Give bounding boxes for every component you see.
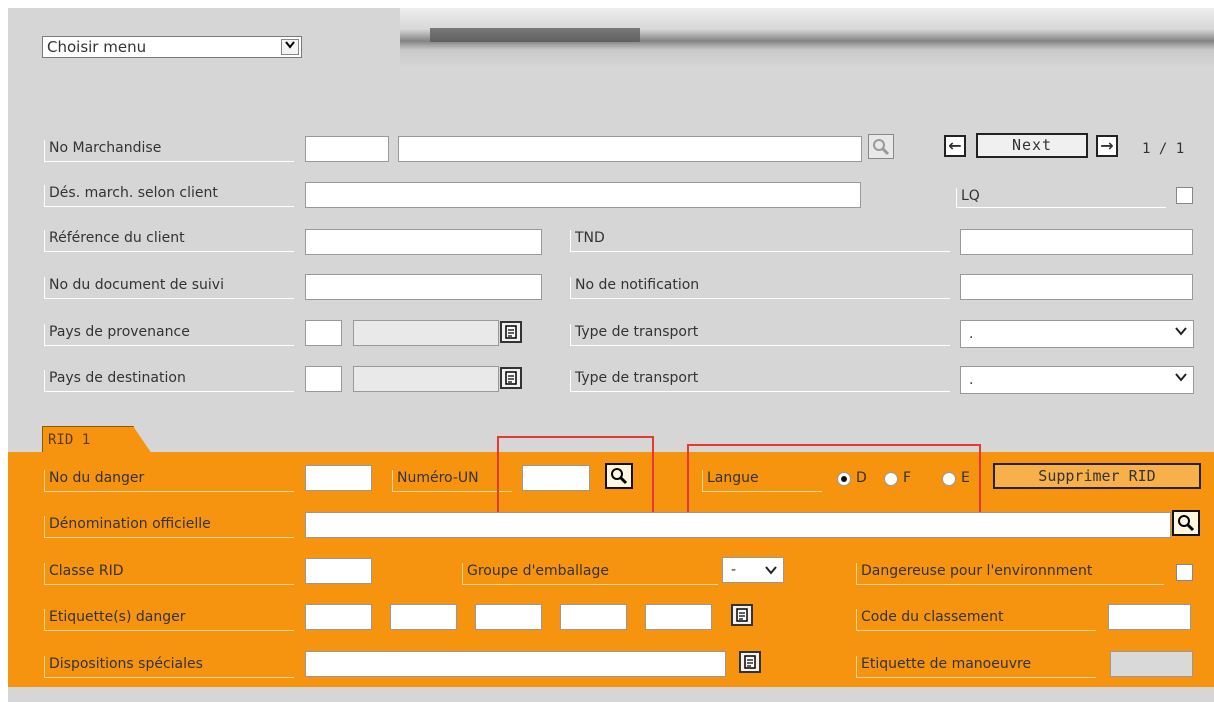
tab-rid-1-label: RID 1 (48, 432, 91, 448)
pager-text: 1 / 1 (1142, 141, 1185, 157)
pays-provenance-code-input[interactable] (305, 320, 342, 346)
ref-client-label: Référence du client (44, 230, 294, 252)
document-icon[interactable] (739, 651, 761, 673)
chevron-down-icon (1175, 373, 1187, 382)
groupe-emballage-label: Groupe d'emballage (462, 563, 718, 585)
tnd-input[interactable] (960, 229, 1193, 255)
pays-destination-code-input[interactable] (305, 366, 342, 392)
dangereuse-env-label: Dangereuse pour l'environnment (856, 563, 1164, 585)
classe-rid-input[interactable] (305, 558, 372, 584)
etiquette-danger-input-5[interactable] (645, 604, 712, 630)
type-transport-1-label: Type de transport (570, 324, 950, 346)
dangereuse-env-checkbox[interactable] (1176, 564, 1193, 581)
numero-un-label: Numéro-UN (392, 470, 512, 492)
no-notification-label: No de notification (570, 277, 950, 299)
next-button[interactable]: Next (976, 133, 1088, 158)
highlight-langue (687, 444, 981, 521)
classe-rid-label: Classe RID (44, 563, 294, 585)
etiquette-danger-input-3[interactable] (475, 604, 542, 630)
type-transport-1-value: . (969, 326, 974, 342)
type-transport-2-value: . (969, 372, 974, 388)
arrow-right-icon[interactable]: → (1096, 135, 1118, 157)
document-icon[interactable] (731, 604, 753, 626)
denomination-input[interactable] (305, 512, 1171, 538)
type-transport-2-label: Type de transport (570, 370, 950, 392)
tnd-label: TND (570, 230, 950, 252)
type-transport-2-select[interactable]: . (960, 366, 1194, 394)
search-icon[interactable] (1172, 510, 1200, 536)
groupe-emballage-select[interactable]: - (722, 557, 784, 583)
des-march-label: Dés. march. selon client (44, 185, 294, 207)
ref-client-input[interactable] (305, 229, 542, 255)
document-icon[interactable] (500, 367, 522, 389)
code-classement-label: Code du classement (856, 609, 1096, 631)
etiquettes-danger-label: Etiquette(s) danger (44, 609, 294, 631)
des-march-input[interactable] (305, 182, 861, 208)
no-marchandise-description-input[interactable] (398, 136, 862, 162)
no-danger-label: No du danger (44, 470, 294, 492)
pays-provenance-label: Pays de provenance (44, 324, 294, 346)
dispositions-speciales-input[interactable] (305, 651, 726, 677)
no-marchandise-input[interactable] (305, 136, 389, 162)
supprimer-rid-button[interactable]: Supprimer RID (993, 463, 1201, 489)
code-classement-input[interactable] (1108, 604, 1191, 630)
no-danger-input[interactable] (305, 465, 372, 491)
etiquette-manoeuvre-label: Etiquette de manoeuvre (856, 656, 1096, 678)
groupe-emballage-value: - (731, 562, 737, 578)
dispositions-speciales-label: Dispositions spéciales (44, 656, 294, 678)
arrow-left-icon[interactable]: ← (944, 135, 966, 157)
etiquette-manoeuvre-input (1110, 651, 1193, 677)
menu-select-value: Choisir menu (47, 38, 147, 56)
no-marchandise-label: No Marchandise (44, 140, 294, 162)
highlight-numero-un (497, 436, 654, 516)
chevron-down-icon (765, 566, 777, 575)
no-document-label: No du document de suivi (44, 277, 294, 299)
etiquette-danger-input-1[interactable] (305, 604, 372, 630)
menu-select[interactable]: Choisir menu (42, 36, 302, 58)
chevron-down-icon[interactable] (281, 39, 299, 55)
etiquette-danger-input-4[interactable] (560, 604, 627, 630)
pays-provenance-name-input (353, 320, 499, 346)
document-icon[interactable] (500, 321, 522, 343)
search-icon[interactable] (868, 134, 894, 159)
lq-label: LQ (956, 188, 1166, 208)
chevron-down-icon (1175, 327, 1187, 336)
denomination-label: Dénomination officielle (44, 516, 294, 538)
lq-checkbox[interactable] (1176, 187, 1193, 204)
type-transport-1-select[interactable]: . (960, 320, 1194, 348)
pays-destination-label: Pays de destination (44, 370, 294, 392)
banner-train-silhouette (430, 28, 640, 42)
pays-destination-name-input (353, 366, 499, 392)
etiquette-danger-input-2[interactable] (390, 604, 457, 630)
no-document-input[interactable] (305, 274, 542, 300)
no-notification-input[interactable] (960, 274, 1193, 300)
